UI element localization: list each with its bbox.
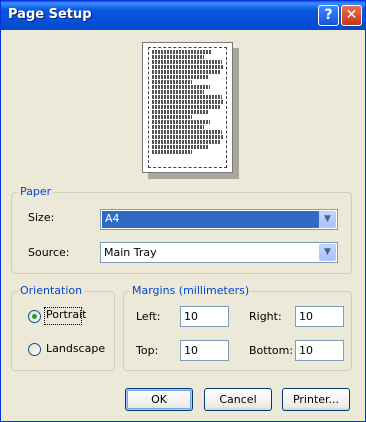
top-margin-field[interactable]	[180, 340, 229, 361]
right-margin-input[interactable]	[296, 307, 344, 325]
size-select-highlight	[102, 211, 319, 228]
preview-text-line	[152, 130, 222, 134]
top-margin-label: Top:	[136, 344, 159, 357]
preview-text-line	[152, 50, 212, 54]
preview-text-line	[152, 65, 224, 69]
preview-text-line	[152, 125, 204, 129]
left-margin-field[interactable]	[180, 306, 229, 327]
preview-text-line	[152, 95, 222, 99]
page-preview	[142, 42, 233, 173]
radio-selected-dot	[32, 314, 37, 319]
orientation-legend: Orientation	[18, 284, 85, 298]
help-button[interactable]: ?	[318, 5, 339, 26]
preview-sample-text	[152, 50, 224, 155]
preview-text-line	[152, 100, 224, 104]
preview-text-line	[152, 140, 220, 144]
right-margin-field[interactable]	[295, 306, 344, 327]
size-label: Size:	[28, 211, 55, 224]
preview-text-line	[152, 75, 208, 79]
chevron-down-icon: ▼	[324, 214, 331, 224]
close-icon: ✕	[345, 7, 358, 23]
bottom-margin-label: Bottom:	[249, 344, 294, 357]
source-dropdown-button[interactable]: ▼	[319, 244, 336, 261]
source-select[interactable]: Main Tray ▼	[100, 242, 338, 263]
portrait-label[interactable]: Portrait	[46, 308, 86, 322]
right-margin-label: Right:	[249, 310, 282, 323]
cancel-button[interactable]: Cancel	[204, 388, 272, 411]
printer-button[interactable]: Printer...	[282, 388, 350, 411]
landscape-label[interactable]: Landscape	[46, 342, 105, 356]
portrait-radio[interactable]	[28, 310, 41, 323]
preview-text-line	[152, 70, 220, 74]
preview-text-line	[152, 150, 192, 154]
close-button[interactable]: ✕	[341, 5, 362, 26]
size-select-value: A4	[105, 212, 120, 225]
left-margin-label: Left:	[136, 310, 161, 323]
orientation-group: Orientation	[11, 284, 115, 371]
preview-text-line	[152, 60, 222, 64]
ok-button[interactable]: OK	[125, 388, 193, 411]
window-title: Page Setup	[8, 7, 92, 22]
bottom-margin-input[interactable]	[296, 341, 344, 359]
title-bar[interactable]: Page Setup ? ✕	[1, 1, 365, 30]
help-icon: ?	[324, 7, 333, 23]
preview-text-line	[152, 145, 208, 149]
preview-text-line	[152, 90, 204, 94]
source-label: Source:	[28, 246, 70, 259]
margins-legend: Margins (millimeters)	[130, 284, 252, 298]
bottom-margin-field[interactable]	[295, 340, 344, 361]
preview-text-line	[152, 80, 192, 84]
preview-text-line	[152, 135, 224, 139]
preview-text-line	[152, 85, 210, 89]
landscape-radio[interactable]	[28, 343, 41, 356]
preview-text-line	[152, 115, 192, 119]
chevron-down-icon: ▼	[324, 247, 331, 257]
source-select-value: Main Tray	[104, 246, 157, 259]
preview-text-line	[152, 105, 220, 109]
preview-text-line	[152, 110, 208, 114]
preview-text-line	[152, 120, 210, 124]
preview-margin-outline	[148, 47, 227, 168]
preview-text-line	[152, 55, 204, 59]
left-margin-input[interactable]	[181, 307, 229, 325]
size-select[interactable]: A4 ▼	[100, 209, 338, 230]
page-setup-dialog: Page Setup ? ✕ Paper Size: A4 ▼ Source: …	[0, 0, 366, 422]
paper-legend: Paper	[18, 185, 54, 199]
size-dropdown-button[interactable]: ▼	[319, 211, 336, 228]
top-margin-input[interactable]	[181, 341, 229, 359]
